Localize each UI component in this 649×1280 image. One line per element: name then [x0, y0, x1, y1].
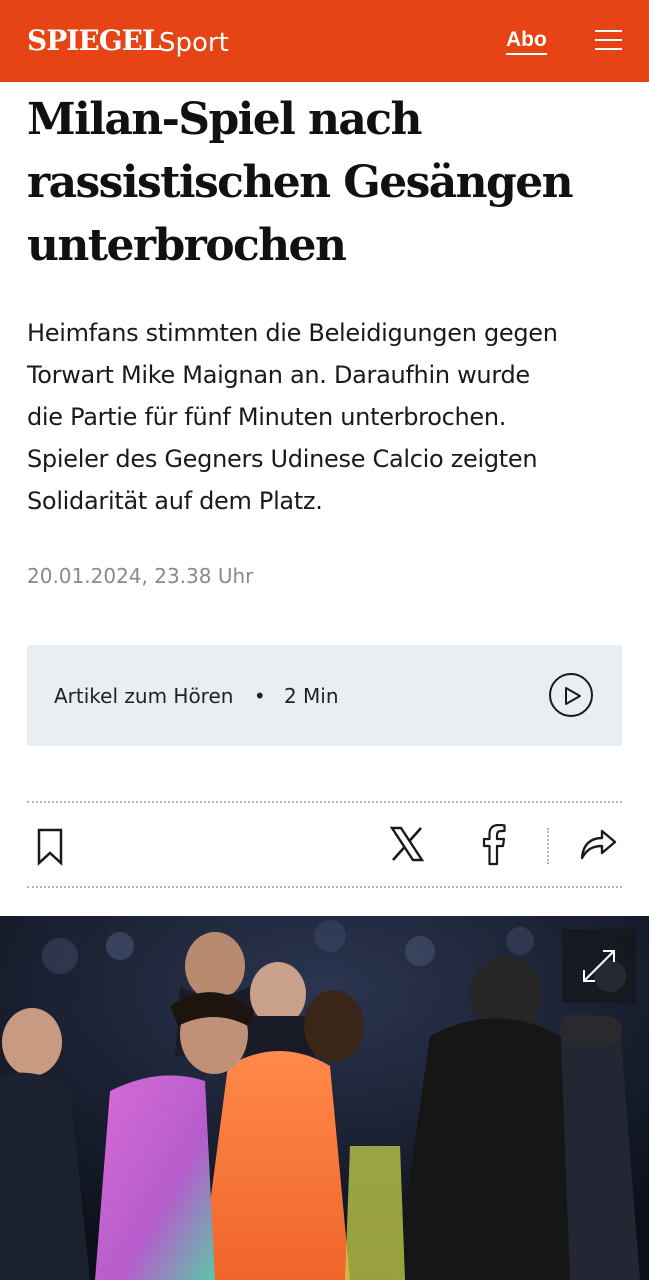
audio-duration: 2 Min	[283, 684, 339, 708]
publish-date: 20.01.2024, 23.38 Uhr	[27, 564, 254, 588]
spiegel-logo[interactable]: SPIEGEL	[27, 24, 162, 58]
menu-line	[595, 30, 622, 32]
menu-line	[595, 39, 622, 41]
audio-label-row: Artikel zum Hören • 2 Min	[54, 683, 339, 709]
audio-label: Artikel zum Hören	[54, 684, 234, 708]
headline-line: unterbrochen	[27, 220, 347, 271]
headline-line: Milan-Spiel nach	[27, 94, 422, 145]
facebook-icon[interactable]	[482, 823, 506, 871]
action-separator	[547, 828, 549, 864]
menu-line	[595, 48, 622, 50]
divider-top	[27, 801, 622, 803]
article-lead: Heimfans stimmten die Beleidigungen gege…	[27, 312, 627, 522]
play-icon[interactable]	[549, 673, 593, 717]
x-twitter-icon[interactable]	[389, 826, 425, 867]
hamburger-menu-icon[interactable]	[595, 30, 622, 52]
abo-link[interactable]: Abo	[506, 28, 547, 55]
bookmark-icon[interactable]	[36, 828, 64, 871]
lead-line: Torwart Mike Maignan an. Daraufhin wurde	[27, 361, 530, 389]
lead-line: Solidarität auf dem Platz.	[27, 487, 323, 515]
share-icon[interactable]	[579, 826, 617, 865]
article-headline: Milan-Spiel nach rassistischen Gesängen …	[27, 88, 627, 277]
divider-bottom	[27, 886, 622, 888]
audio-separator: •	[253, 684, 266, 708]
section-name[interactable]: Sport	[159, 26, 229, 60]
expand-icon[interactable]	[562, 929, 636, 1003]
headline-line: rassistischen Gesängen	[27, 157, 574, 208]
audio-player[interactable]: Artikel zum Hören • 2 Min	[27, 645, 622, 746]
photo-scene	[0, 916, 649, 1280]
top-bar: SPIEGEL Sport Abo	[0, 0, 649, 82]
article-photo[interactable]	[0, 916, 649, 1280]
lead-line: Heimfans stimmten die Beleidigungen gege…	[27, 319, 558, 347]
lead-line: Spieler des Gegners Udinese Calcio zeigt…	[27, 445, 538, 473]
lead-line: die Partie für fünf Minuten unterbrochen…	[27, 403, 507, 431]
